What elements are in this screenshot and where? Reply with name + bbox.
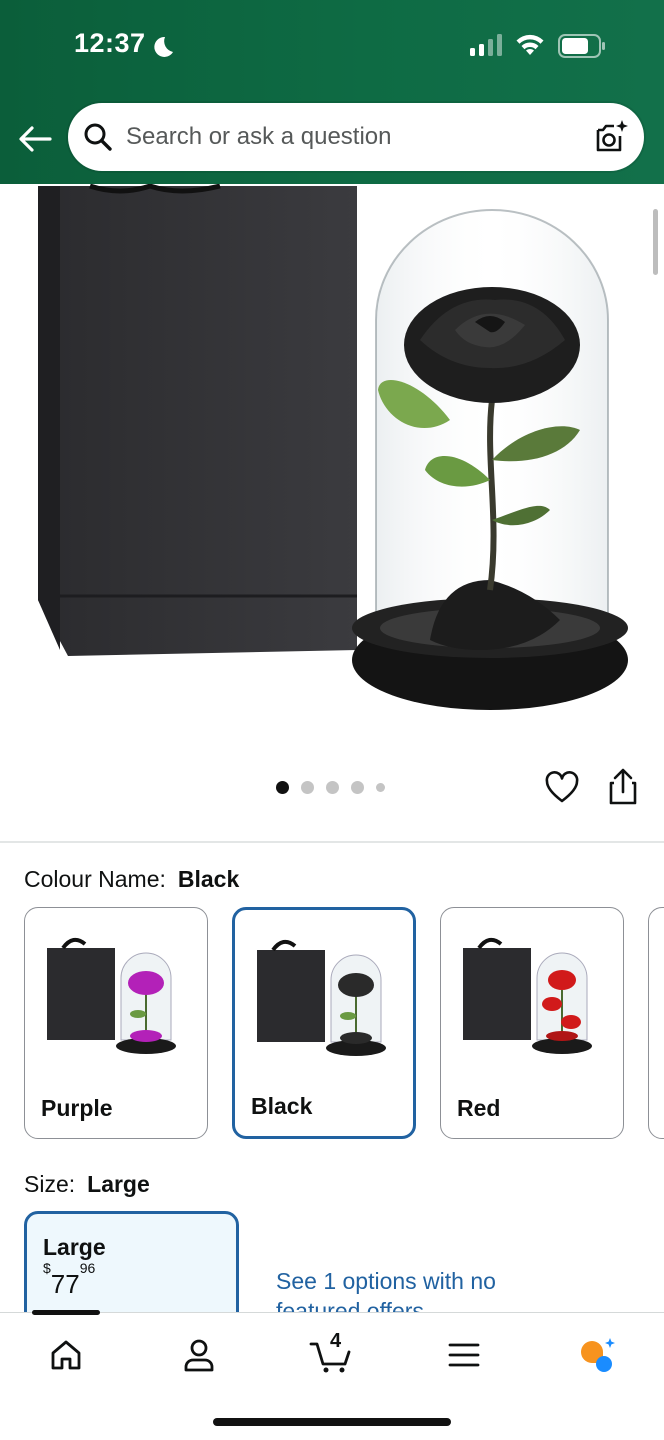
search-icon <box>84 123 112 151</box>
size-row: Size: Large <box>24 1171 150 1198</box>
heart-icon <box>545 771 579 803</box>
swatch-image-purple <box>47 937 176 1054</box>
app-header: 12:37 Search or ask a question <box>0 0 664 184</box>
product-photo <box>38 184 628 710</box>
search-input[interactable]: Search or ask a question <box>126 123 392 151</box>
share-button[interactable] <box>606 768 640 806</box>
home-icon <box>51 1340 81 1370</box>
signal-icon <box>470 34 502 56</box>
colour-option-label: Red <box>457 1095 501 1121</box>
status-time: 12:37 <box>74 28 146 58</box>
scroll-indicator <box>653 209 658 275</box>
carousel-dot[interactable] <box>376 783 385 792</box>
home-indicator <box>213 1418 451 1426</box>
nav-home[interactable] <box>36 1333 96 1377</box>
colour-option-black[interactable]: Black <box>232 907 416 1139</box>
swatch-image-red <box>463 937 592 1054</box>
size-label: Size: <box>24 1171 76 1197</box>
cart-count-badge: 4 <box>330 1330 342 1352</box>
colour-option-more[interactable] <box>648 907 664 1139</box>
back-button[interactable] <box>14 118 56 160</box>
carousel-dot[interactable] <box>326 781 339 794</box>
nav-rufus[interactable] <box>566 1333 626 1377</box>
carousel-dots[interactable] <box>276 781 385 794</box>
carousel-dot[interactable] <box>301 781 314 794</box>
arrow-left-icon <box>19 126 52 152</box>
colour-option-red[interactable]: Red <box>440 907 624 1139</box>
colour-option-label: Black <box>251 1093 313 1119</box>
camera-search-icon[interactable] <box>592 118 630 156</box>
search-bar[interactable]: Search or ask a question <box>68 103 644 171</box>
section-divider <box>0 841 664 843</box>
battery-icon <box>558 34 605 58</box>
colour-option-purple[interactable]: Purple <box>24 907 208 1139</box>
carousel-dot[interactable] <box>351 781 364 794</box>
colour-selected-value: Black <box>177 866 240 892</box>
product-image[interactable] <box>0 184 664 744</box>
carousel-dot[interactable] <box>276 781 289 794</box>
swatch-image-black <box>257 939 386 1056</box>
size-option-name: Large <box>43 1234 106 1260</box>
colour-option-label: Purple <box>41 1095 113 1121</box>
wifi-icon <box>516 34 544 55</box>
nav-active-indicator <box>32 1310 100 1315</box>
rufus-icon <box>581 1338 615 1372</box>
status-bar: 12:37 <box>0 0 664 92</box>
colour-name-row: Colour Name: Black <box>24 866 239 893</box>
moon-icon <box>154 36 173 57</box>
nav-menu[interactable] <box>434 1333 494 1377</box>
size-selected-value: Large <box>87 1171 150 1197</box>
colour-name-label: Colour Name: <box>24 866 166 892</box>
wishlist-button[interactable] <box>544 770 580 806</box>
account-icon <box>184 1339 214 1372</box>
menu-icon <box>448 1343 480 1367</box>
share-icon <box>609 768 637 805</box>
nav-account[interactable] <box>169 1333 229 1377</box>
size-option-price: $7796 <box>43 1260 96 1299</box>
